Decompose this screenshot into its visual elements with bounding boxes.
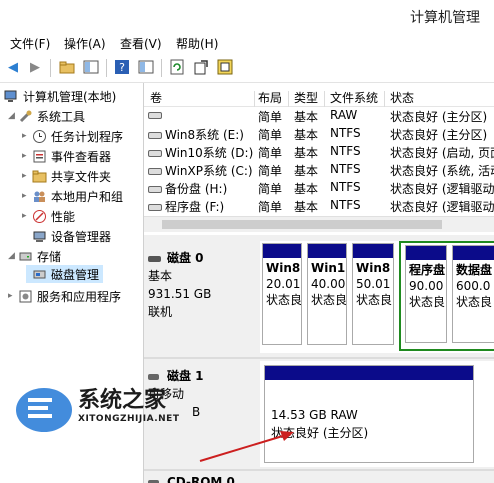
horizontal-scrollbar[interactable] [144,216,494,232]
forward-arrow-icon[interactable]: ▶ [26,58,44,76]
expand-arrow-icon[interactable]: ◢ [8,251,18,261]
tree-item-root[interactable]: 计算机管理(本地) [4,87,116,105]
tree-item-local-users[interactable]: ▸ 本地用户和组 [22,187,123,205]
title-bar: 计算机管理 [0,0,494,32]
partition[interactable]: 程序盘 90.00 状态良 [405,245,447,343]
refresh-icon[interactable] [168,58,186,76]
collapse-arrow-icon[interactable]: ▸ [22,211,32,221]
menu-bar: 文件(F) 操作(A) 查看(V) 帮助(H) [0,32,494,54]
disk-icon [148,255,161,262]
collapse-arrow-icon[interactable]: ▸ [22,171,32,181]
clock-icon [32,129,47,144]
shared-folder-icon [32,169,47,184]
disk0-label[interactable]: 磁盘 0 基本 931.51 GB 联机 [148,249,258,321]
volume-row[interactable]: Win10系统 (D:) 简单 基本 NTFS 状态良好 (启动, 页面 [144,143,494,161]
volume-list-header: 卷 布局 类型 文件系统 状态 [144,87,494,107]
tree-item-task-scheduler[interactable]: ▸ 任务计划程序 [22,127,123,145]
tree-item-disk-management[interactable]: 磁盘管理 [26,265,104,283]
event-viewer-icon [32,149,47,164]
tools-icon [18,109,33,124]
expand-arrow-icon[interactable]: ◢ [8,111,18,121]
volume-icon [148,186,162,193]
partition[interactable]: Win8 20.01 状态良 [262,243,302,345]
help-icon[interactable]: ? [113,58,131,76]
volume-row[interactable]: 简单 基本 RAW 状态良好 (主分区) [144,107,494,125]
menu-action[interactable]: 操作(A) [64,35,106,52]
collapse-arrow-icon[interactable]: ▸ [8,291,18,301]
watermark-url: XITONGZHIJIA.NET [78,414,180,424]
scrollbar-thumb[interactable] [162,220,442,229]
watermark: 系统之家 XITONGZHIJIA.NET [12,380,212,440]
tree-item-event-viewer[interactable]: ▸ 事件查看器 [22,147,111,165]
cdrom-label[interactable]: CD-ROM 0 [148,473,258,483]
volume-icon [148,132,162,139]
partition[interactable]: Win1 40.00 状态良 [307,243,347,345]
settings-icon[interactable] [216,58,234,76]
toolbar: ◀ ▶ ? [0,54,494,83]
collapse-arrow-icon[interactable]: ▸ [22,131,32,141]
menu-help[interactable]: 帮助(H) [176,35,218,52]
volume-icon [148,168,162,175]
volume-icon [148,150,162,157]
computer-management-icon [4,89,19,104]
export-icon[interactable] [192,58,210,76]
back-arrow-icon[interactable]: ◀ [4,58,22,76]
watermark-brand: 系统之家 [78,387,167,413]
properties-icon[interactable] [137,58,155,76]
up-folder-icon[interactable] [58,58,76,76]
volume-row[interactable]: 备份盘 (H:) 简单 基本 NTFS 状态良好 (逻辑驱动 [144,179,494,197]
tree-item-system-tools[interactable]: ◢ 系统工具 [8,107,85,125]
menu-file[interactable]: 文件(F) [10,35,50,52]
collapse-arrow-icon[interactable]: ▸ [22,191,32,201]
volume-row[interactable]: 程序盘 (F:) 简单 基本 NTFS 状态良好 (逻辑驱动 [144,197,494,215]
tree-item-device-manager[interactable]: 设备管理器 [32,227,111,245]
volume-row[interactable]: WinXP系统 (C:) 简单 基本 NTFS 状态良好 (系统, 活动 [144,161,494,179]
performance-icon [32,209,47,224]
partition[interactable]: 数据盘 600.0 状态良 [452,245,494,343]
services-icon [18,289,33,304]
watermark-logo-icon [16,388,72,432]
show-hide-tree-icon[interactable] [82,58,100,76]
volume-row[interactable]: Win8系统 (E:) 简单 基本 NTFS 状态良好 (主分区) [144,125,494,143]
collapse-arrow-icon[interactable]: ▸ [22,151,32,161]
disk0-partitions: Win8 20.01 状态良 Win1 40.00 状态良 Win8 50.01 状态良 程… [260,241,494,353]
tree-item-storage[interactable]: ◢ 存储 [8,247,61,265]
menu-view[interactable]: 查看(V) [120,35,162,52]
volume-icon [148,204,162,211]
column-header-volume[interactable]: 卷 [150,89,162,106]
column-header-status[interactable]: 状态 [390,89,414,106]
device-manager-icon [32,229,47,244]
extended-partition-frame: 程序盘 90.00 状态良 数据盘 600.0 状态良 [399,241,494,351]
window-title: 计算机管理 [410,10,480,26]
cdrom-icon [148,479,159,483]
partition[interactable]: Win8 50.01 状态良 [352,243,394,345]
svg-text:?: ? [119,61,125,74]
volume-icon [148,112,162,119]
disk-management-icon [32,267,47,282]
storage-icon [18,249,33,264]
tree-item-services[interactable]: ▸ 服务和应用程序 [8,287,121,305]
column-header-type[interactable]: 类型 [294,89,318,106]
removable-disk-icon [148,373,159,380]
column-header-layout[interactable]: 布局 [258,89,282,106]
tree-item-performance[interactable]: ▸ 性能 [22,207,75,225]
tree-item-shared-folders[interactable]: ▸ 共享文件夹 [22,167,111,185]
column-header-filesystem[interactable]: 文件系统 [330,89,378,106]
users-icon [32,189,47,204]
